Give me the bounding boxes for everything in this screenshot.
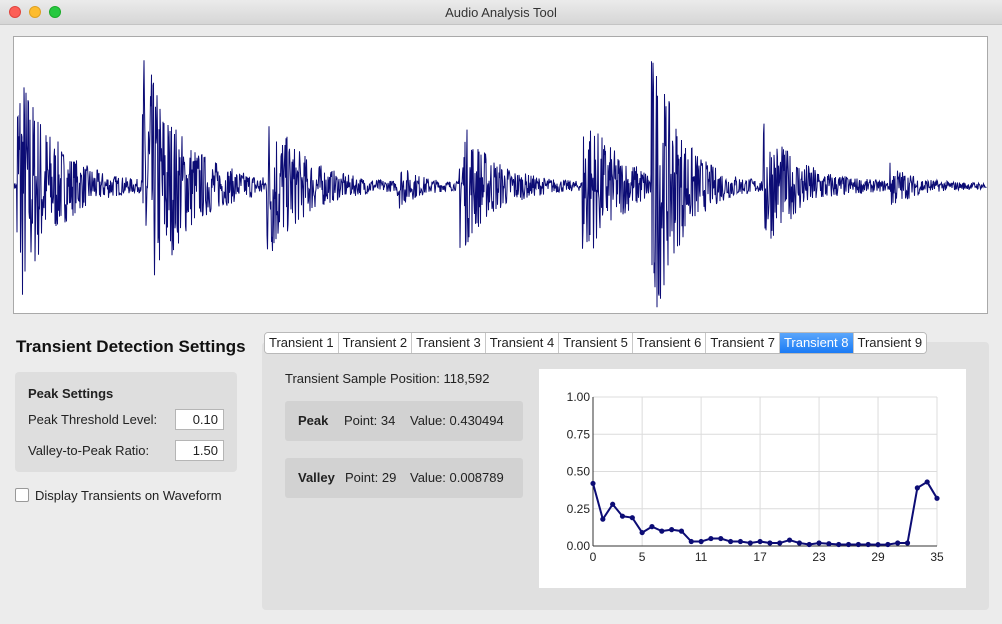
- transient-chart: 0.00 0.25 0.50 0.75 1.00 0 5 11 17 23 29 35: [539, 369, 966, 588]
- data-point: [885, 541, 891, 548]
- peak-label: Peak: [298, 413, 329, 428]
- waveform-view[interactable]: [13, 36, 988, 314]
- x-tick-label: 29: [871, 550, 885, 564]
- data-point: [629, 515, 635, 521]
- peak-point: Point: 34: [344, 413, 396, 428]
- peak-value: Value: 0.430494: [410, 413, 504, 428]
- data-point: [845, 541, 852, 548]
- x-tick-label: 17: [753, 550, 767, 564]
- y-tick-label: 0.25: [567, 502, 591, 516]
- waveform-trace: [14, 60, 987, 308]
- window-title: Audio Analysis Tool: [445, 5, 557, 20]
- valley-point: Point: 29: [345, 470, 397, 485]
- data-point: [806, 541, 812, 548]
- peak-settings-heading: Peak Settings: [28, 386, 114, 401]
- data-point: [708, 535, 714, 542]
- data-point: [590, 480, 596, 487]
- tab-transient-1[interactable]: Transient 1: [265, 333, 339, 353]
- x-tick-label: 23: [812, 550, 826, 564]
- series-line: [592, 480, 938, 546]
- data-point: [816, 540, 822, 546]
- tab-transient-6[interactable]: Transient 6: [632, 333, 707, 353]
- data-point: [767, 540, 773, 546]
- x-tick-label: 35: [930, 550, 944, 564]
- app-window: Audio Analysis Tool Transient Detection …: [0, 0, 1002, 624]
- data-point: [777, 540, 783, 546]
- data-point: [610, 501, 616, 507]
- tab-transient-9[interactable]: Transient 9: [853, 333, 927, 353]
- peak-threshold-input[interactable]: 0.10: [175, 409, 224, 430]
- data-point: [737, 538, 744, 545]
- data-point: [747, 540, 753, 546]
- peak-info-box: Peak Point: 34 Value: 0.430494: [285, 401, 523, 441]
- display-transients-checkbox[interactable]: [15, 488, 29, 502]
- data-point: [796, 540, 802, 546]
- data-point: [786, 537, 793, 543]
- tab-transient-2[interactable]: Transient 2: [338, 333, 413, 353]
- display-transients-option[interactable]: Display Transients on Waveform: [15, 488, 222, 503]
- tab-transient-8[interactable]: Transient 8: [779, 333, 854, 353]
- data-point: [649, 524, 655, 530]
- peak-threshold-label: Peak Threshold Level:: [28, 412, 158, 427]
- tab-transient-3[interactable]: Transient 3: [412, 333, 486, 353]
- data-point: [757, 538, 763, 545]
- x-tick-label: 11: [695, 550, 708, 564]
- data-point: [639, 529, 645, 536]
- valley-ratio-label: Valley-to-Peak Ratio:: [28, 443, 150, 458]
- data-point: [718, 535, 724, 542]
- data-point: [619, 513, 626, 519]
- data-point: [836, 541, 842, 548]
- data-point: [669, 527, 675, 533]
- data-point: [865, 541, 871, 548]
- data-point: [895, 540, 901, 546]
- tab-transient-4[interactable]: Transient 4: [485, 333, 560, 353]
- y-tick-label: 1.00: [567, 390, 591, 404]
- settings-heading: Transient Detection Settings: [16, 337, 246, 356]
- transient-sample-position: Transient Sample Position: 118,592: [285, 371, 490, 386]
- data-point: [855, 541, 861, 548]
- data-point: [904, 540, 911, 546]
- data-point: [914, 485, 920, 491]
- transient-tabs: Transient 1 Transient 2 Transient 3 Tran…: [264, 332, 928, 354]
- x-tick-label: 0: [590, 550, 597, 564]
- data-point: [600, 516, 606, 522]
- valley-label: Valley: [298, 470, 335, 485]
- valley-info-box: Valley Point: 29 Value: 0.008789: [285, 458, 523, 498]
- data-point: [698, 538, 704, 545]
- data-point: [728, 538, 734, 545]
- y-tick-label: 0.00: [567, 539, 591, 553]
- valley-value: Value: 0.008789: [410, 470, 504, 485]
- peak-settings-group: Peak Settings Peak Threshold Level: 0.10…: [15, 372, 237, 472]
- waveform-plot: [14, 60, 987, 308]
- data-point: [826, 541, 832, 547]
- title-bar: Audio Analysis Tool: [0, 0, 1002, 25]
- valley-ratio-input[interactable]: 1.50: [175, 440, 224, 461]
- display-transients-label: Display Transients on Waveform: [35, 488, 222, 503]
- data-point: [678, 528, 685, 534]
- data-point: [659, 528, 665, 534]
- data-point: [875, 542, 881, 548]
- data-point: [924, 479, 930, 485]
- tab-transient-5[interactable]: Transient 5: [559, 333, 633, 353]
- y-tick-label: 0.75: [567, 427, 591, 441]
- tab-transient-7[interactable]: Transient 7: [706, 333, 780, 353]
- x-tick-label: 5: [639, 550, 646, 564]
- y-tick-label: 0.50: [567, 465, 591, 479]
- transient-chart-plot: 0.00 0.25 0.50 0.75 1.00 0 5 11 17 23 29 35: [567, 390, 944, 564]
- data-point: [934, 495, 940, 501]
- data-point: [688, 538, 694, 545]
